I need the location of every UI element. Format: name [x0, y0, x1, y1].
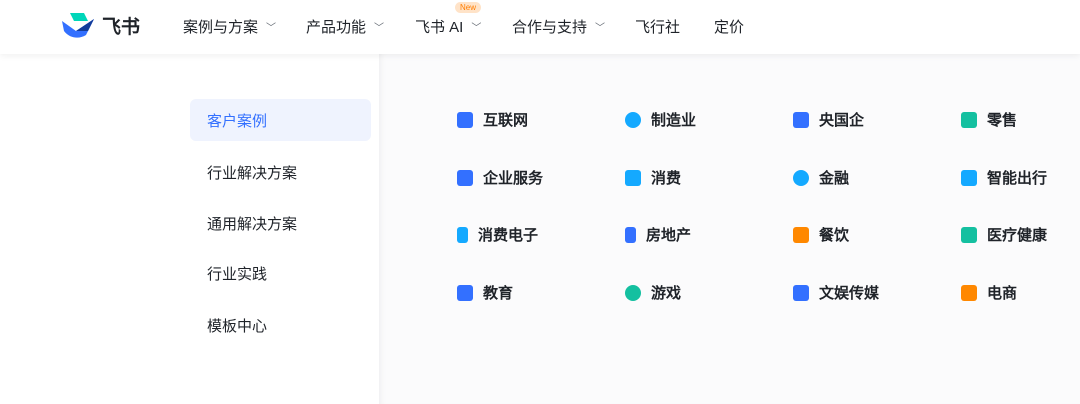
category-12[interactable]: 医疗健康	[961, 224, 1047, 245]
nav-label: 飞行社	[635, 18, 681, 36]
phone-icon	[457, 226, 468, 243]
shopping-bag-icon	[961, 111, 977, 128]
briefcase-icon	[457, 169, 473, 186]
category-label: 医疗健康	[987, 227, 1048, 244]
category-label: 智能出行	[987, 170, 1048, 187]
nav-label: 定价	[714, 18, 745, 36]
building-icon	[625, 226, 636, 243]
new-badge: New	[455, 2, 482, 13]
nav-partners[interactable]: 合作与支持 ﹀	[512, 0, 605, 52]
sidebar-item-templates[interactable]: 模板中心	[190, 304, 371, 346]
category-label: 房地产	[646, 227, 692, 244]
chevron-down-icon: ﹀	[266, 22, 277, 34]
feishu-logo-icon	[62, 13, 94, 38]
category-7[interactable]: 金融	[793, 167, 849, 188]
category-label: 教育	[483, 285, 514, 302]
logo-text: 飞书	[102, 16, 141, 38]
category-label: 消费电子	[478, 227, 539, 244]
sidebar-item-customer-cases[interactable]: 客户案例	[190, 99, 371, 141]
sidebar-item-industry-practice[interactable]: 行业实践	[190, 252, 371, 294]
nav-label: 合作与支持	[512, 18, 588, 36]
category-label: 零售	[987, 112, 1018, 129]
feishu-logo[interactable]: 飞书	[62, 11, 140, 39]
category-13[interactable]: 教育	[457, 282, 513, 303]
category-15[interactable]: 文娱传媒	[793, 282, 879, 303]
nav-pricing[interactable]: 定价	[714, 0, 744, 52]
sidebar-item-industry-solutions[interactable]: 行业解决方案	[190, 151, 371, 193]
category-label: 金融	[819, 170, 850, 187]
video-icon	[793, 284, 809, 301]
category-6[interactable]: 消费	[625, 167, 681, 188]
nav-label: 产品功能	[306, 18, 367, 36]
book-icon	[457, 284, 473, 301]
monitor-icon	[457, 111, 473, 128]
top-header: 飞书 案例与方案 ﹀ 产品功能 ﹀ 飞书 AI ﹀ New 合作与支持 ﹀ 飞行社 定价	[0, 0, 1080, 54]
category-11[interactable]: 餐饮	[793, 224, 849, 245]
category-label: 互联网	[483, 112, 529, 129]
category-5[interactable]: 企业服务	[457, 167, 543, 188]
category-label: 电商	[987, 285, 1018, 302]
category-4[interactable]: 零售	[961, 109, 1017, 130]
category-1[interactable]: 互联网	[457, 109, 528, 130]
basket-icon	[625, 169, 641, 186]
sidebar-item-general-solutions[interactable]: 通用解决方案	[190, 202, 371, 244]
chevron-down-icon: ﹀	[595, 22, 606, 34]
chevron-down-icon: ﹀	[374, 22, 385, 34]
category-14[interactable]: 游戏	[625, 282, 681, 303]
chevron-down-icon: ﹀	[471, 22, 482, 34]
nav-label: 飞书 AI	[415, 18, 464, 36]
category-label: 餐饮	[819, 227, 850, 244]
smile-icon	[625, 284, 641, 301]
medical-kit-icon	[961, 226, 977, 243]
category-label: 文娱传媒	[819, 285, 880, 302]
category-label: 央国企	[819, 112, 865, 129]
category-label: 游戏	[651, 285, 682, 302]
burger-icon	[793, 226, 809, 243]
category-2[interactable]: 制造业	[625, 109, 696, 130]
category-10[interactable]: 房地产	[625, 224, 691, 245]
rocket-icon	[961, 169, 977, 186]
category-16[interactable]: 电商	[961, 282, 1017, 303]
tag-icon	[961, 284, 977, 301]
nav-label: 案例与方案	[183, 18, 259, 36]
nav-products[interactable]: 产品功能 ﹀	[306, 0, 384, 52]
category-label: 制造业	[651, 112, 697, 129]
category-label: 企业服务	[483, 170, 544, 187]
category-label: 消费	[651, 170, 682, 187]
category-8[interactable]: 智能出行	[961, 167, 1047, 188]
category-3[interactable]: 央国企	[793, 109, 864, 130]
nav-cases[interactable]: 案例与方案 ﹀	[183, 0, 276, 52]
planet-icon	[625, 111, 641, 128]
bank-icon	[793, 111, 809, 128]
category-9[interactable]: 消费电子	[457, 224, 538, 245]
nav-club[interactable]: 飞行社	[635, 0, 680, 52]
yuan-icon	[793, 169, 809, 186]
